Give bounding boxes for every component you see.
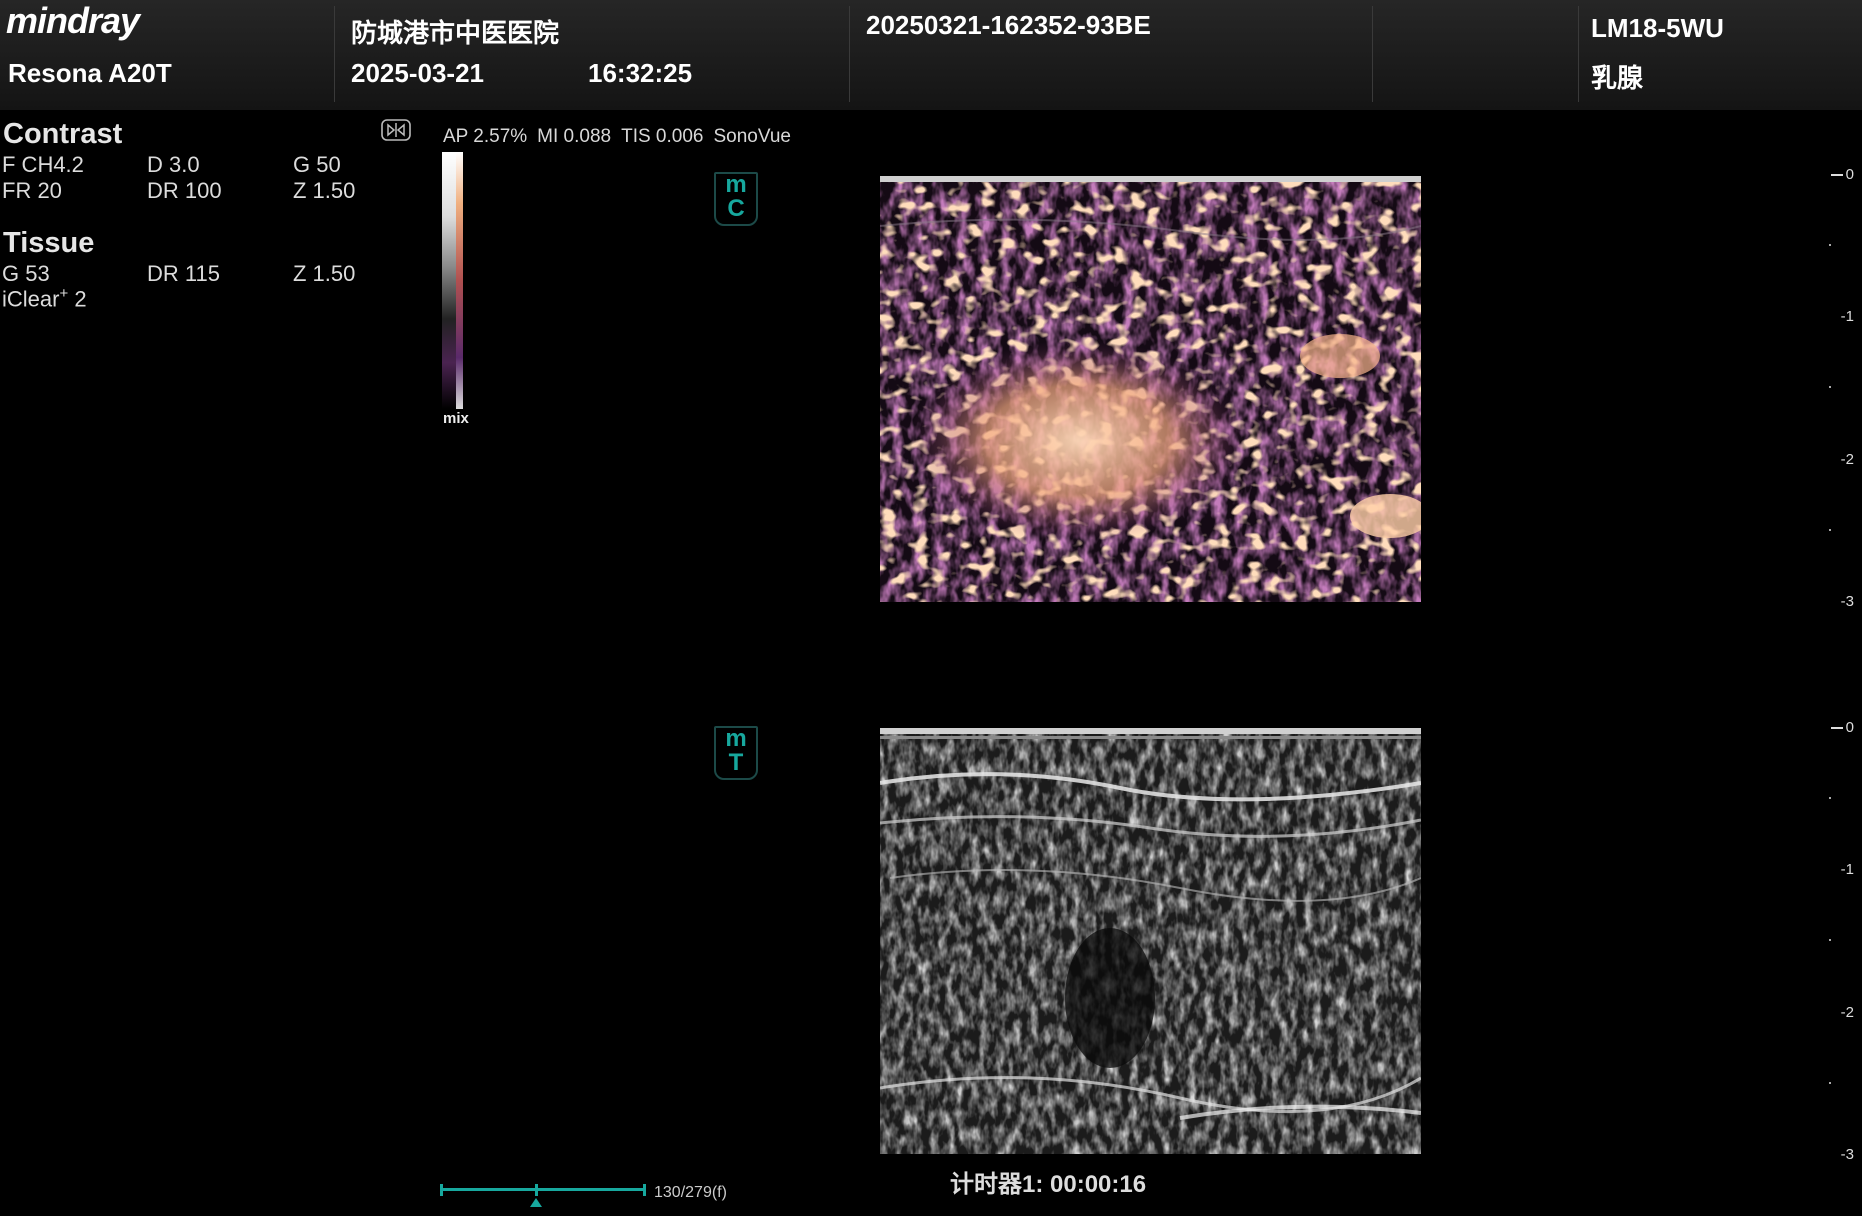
exam-date: 2025-03-21 <box>351 58 484 88</box>
depth-minor-tick <box>1829 939 1831 941</box>
depth-tick: -1 <box>1840 308 1854 325</box>
cine-progress-bar[interactable] <box>440 1188 646 1191</box>
contrast-dynamic-range: DR 100 <box>147 178 222 203</box>
exam-id: 20250321-162352-93BE <box>866 10 1151 40</box>
brand-logo: mindray <box>6 0 140 41</box>
depth-tick: -3 <box>1840 1146 1854 1163</box>
mi-value: MI 0.088 <box>537 126 612 147</box>
contrast-frequency: F CH4.2 <box>2 152 84 177</box>
depth-minor-tick <box>1829 386 1831 388</box>
cine-end-marker[interactable] <box>643 1184 646 1196</box>
device-model: Resona A20T <box>8 58 172 88</box>
depth-tick: -1 <box>1840 861 1854 878</box>
contrast-depth: D 3.0 <box>147 152 200 177</box>
depth-minor-tick <box>1829 529 1831 531</box>
header-divider <box>334 6 335 102</box>
hospital-name: 防城港市中医医院 <box>351 18 560 48</box>
cine-frame-counter: 130/279(f) <box>654 1184 727 1201</box>
contrast-image[interactable] <box>880 176 1421 602</box>
probe-name: LM18-5WU <box>1591 13 1724 43</box>
header-bar: mindray Resona A20T 防城港市中医医院 2025-03-21 … <box>0 0 1862 110</box>
tissue-image[interactable] <box>880 728 1421 1154</box>
colormap-bar-accent <box>456 152 463 409</box>
depth-minor-tick <box>1829 244 1831 246</box>
iclear-setting: iClear+ 2 <box>2 285 87 312</box>
exam-time: 16:32:25 <box>588 58 693 88</box>
depth-tick: -2 <box>1840 451 1854 468</box>
depth-minor-tick <box>1829 797 1831 799</box>
depth-scale-top: 0 -1 -2 -3 <box>1810 166 1862 612</box>
tissue-zoom: Z 1.50 <box>293 261 356 286</box>
tissue-mode-badge: mT <box>714 726 758 780</box>
colormap-label: mix <box>443 410 469 427</box>
contrast-section-title: Contrast <box>3 118 123 150</box>
timer-readout: 计时器1: 00:00:16 <box>950 1171 1147 1198</box>
depth-scale-bottom: 0 -1 -2 -3 <box>1810 719 1862 1165</box>
cine-current-marker[interactable] <box>534 1184 538 1196</box>
depth-minor-tick <box>1829 1082 1831 1084</box>
depth-tick: 0 <box>1830 719 1854 736</box>
cine-playhead[interactable] <box>529 1198 542 1207</box>
tis-value: TIS 0.006 <box>621 126 704 147</box>
contrast-mode-badge: mC <box>714 172 758 226</box>
acoustic-output: AP 2.57% MI 0.088 TIS 0.006 SonoVue <box>443 126 801 148</box>
tissue-gain: G 53 <box>2 261 50 286</box>
depth-tick: -3 <box>1840 593 1854 610</box>
tissue-section-title: Tissue <box>3 227 95 259</box>
depth-tick: -2 <box>1840 1004 1854 1021</box>
ap-value: AP 2.57% <box>443 126 528 147</box>
header-divider <box>849 6 850 102</box>
header-divider <box>1578 6 1579 102</box>
header-divider <box>1372 6 1373 102</box>
tissue-dynamic-range: DR 115 <box>147 261 220 286</box>
contrast-frame-rate: FR 20 <box>2 178 62 203</box>
depth-tick: 0 <box>1830 166 1854 183</box>
contrast-agent: SonoVue <box>713 126 791 147</box>
dual-view-icon[interactable] <box>381 119 411 141</box>
contrast-zoom: Z 1.50 <box>293 178 356 203</box>
cine-start-marker[interactable] <box>440 1184 443 1196</box>
exam-type: 乳腺 <box>1591 63 1644 93</box>
contrast-gain: G 50 <box>293 152 341 177</box>
